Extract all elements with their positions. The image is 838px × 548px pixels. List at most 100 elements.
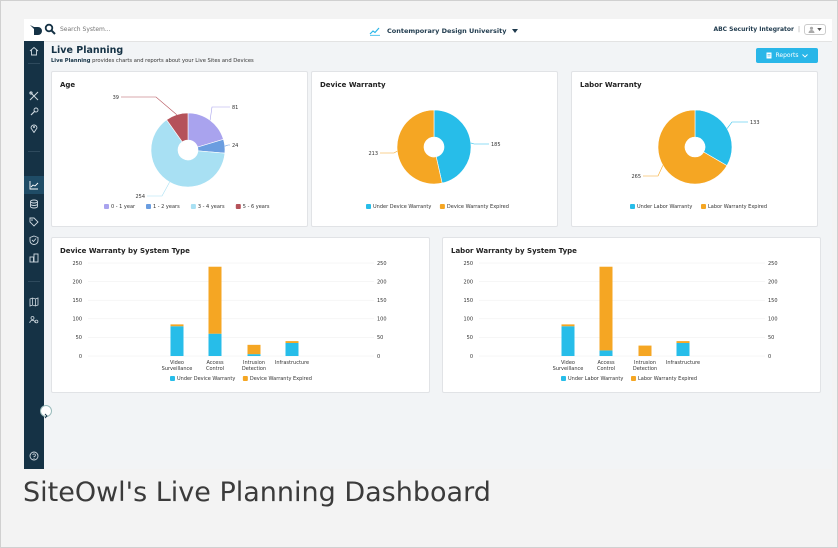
bar-segment <box>599 266 613 351</box>
pie-data-label: 133 <box>750 120 760 126</box>
labor-by-type-chart: 0 050 50100 100150 150200 200250 250VideoSurve… <box>463 261 778 382</box>
sidebar-divider <box>28 281 40 282</box>
database-icon[interactable] <box>29 199 39 209</box>
device-by-type-card: Device Warranty by System Type 0 0 50 50 100… <box>51 237 430 393</box>
legend-label: Under Labor Warranty <box>568 376 623 382</box>
y-tick-label: 150 <box>463 298 473 304</box>
project-selector[interactable]: Contemporary Design University <box>369 25 519 37</box>
legend-label: Under Device Warranty <box>373 204 431 210</box>
labor-warranty-card: Labor Warranty 133 265 Under Labor Warrant… <box>571 71 818 227</box>
legend-swatch <box>366 204 371 209</box>
y2-tick-label: 150 <box>768 298 778 304</box>
page-title: Live Planning <box>51 45 124 56</box>
bar-segment <box>285 341 299 343</box>
account-menu[interactable]: ABC Security Integrator | <box>713 24 826 35</box>
bar-segment <box>247 344 261 355</box>
screenshot-frame: Contemporary Design University ABC Secur… <box>0 0 838 548</box>
pie-label-line <box>380 150 398 154</box>
home-icon[interactable] <box>29 46 39 56</box>
device-warranty-chart: 185 213 Under Device Warranty Device Warran… <box>366 109 509 210</box>
legend-swatch <box>190 204 196 209</box>
tag-icon[interactable] <box>29 217 39 227</box>
pie-data-label: 81 <box>232 105 238 111</box>
legend-label: Device Warranty Expired <box>250 376 312 382</box>
age-card: Age 81 24 254 39 0 - 1 year 1 - 2 years 3 - 4 … <box>51 71 308 227</box>
y-tick-label: 200 <box>72 279 82 285</box>
location-pin-icon[interactable] <box>29 123 39 133</box>
sidebar-divider <box>28 63 40 64</box>
pie-data-label: 213 <box>368 151 378 157</box>
legend-label: 0 - 1 year <box>111 204 136 210</box>
legend-swatch <box>146 204 151 209</box>
y-tick-label: 100 <box>463 317 473 323</box>
legend-swatch <box>242 376 248 381</box>
help-icon[interactable] <box>29 451 39 461</box>
legend-label: 3 - 4 years <box>198 204 225 210</box>
chevron-right-icon <box>44 413 48 419</box>
y-tick-label: 50 <box>467 335 473 341</box>
y-tick-label: 50 <box>76 335 82 341</box>
search-icon[interactable] <box>44 23 56 35</box>
chevron-down-icon <box>801 53 808 58</box>
pie-data-label: 24 <box>232 143 238 149</box>
y-tick-label: 200 <box>463 279 473 285</box>
legend-swatch <box>170 376 175 381</box>
subtitle-text: provides charts and reports about your L… <box>90 58 254 64</box>
legend-label: Labor Warranty Expired <box>708 204 767 210</box>
sidebar-collapse-button[interactable] <box>40 405 52 419</box>
bar-segment <box>638 345 652 356</box>
pie-label-line <box>224 144 230 147</box>
shield-check-icon[interactable] <box>29 235 39 245</box>
wrench-icon[interactable] <box>29 107 39 117</box>
bar-segment <box>208 333 222 356</box>
owl-logo-icon[interactable] <box>28 23 42 37</box>
device-by-type-chart: 0 050 50100 100150 150200 200250 250VideoSurve… <box>72 261 387 382</box>
y2-tick-label: 0 <box>768 354 771 360</box>
sidebar <box>24 41 44 469</box>
legend-label: Device Warranty Expired <box>447 204 509 210</box>
chart-icon[interactable] <box>29 180 39 190</box>
bar-segment <box>676 341 690 343</box>
reports-button[interactable]: Reports <box>756 48 818 63</box>
top-bar: Contemporary Design University ABC Secur… <box>24 19 832 42</box>
pie-data-label: 254 <box>135 194 145 200</box>
account-name: ABC Security Integrator <box>713 26 794 33</box>
document-icon <box>766 52 772 59</box>
age-chart: 81 24 254 39 0 - 1 year 1 - 2 years 3 - 4 year… <box>104 95 270 210</box>
x-tick-label: Infrastructure <box>666 360 700 366</box>
device-warranty-card: Device Warranty 185 213 Under Device Warra… <box>311 71 558 227</box>
pie-data-label: 265 <box>631 174 641 180</box>
pie-label-line <box>147 181 170 197</box>
chevron-down-icon <box>817 28 822 31</box>
y2-tick-label: 100 <box>377 317 387 323</box>
search-input[interactable] <box>60 22 220 37</box>
pie-label-line <box>643 165 664 177</box>
x-tick-label: Control <box>206 366 224 372</box>
y2-tick-label: 200 <box>377 279 387 285</box>
legend-label: Labor Warranty Expired <box>638 376 697 382</box>
y-tick-label: 250 <box>463 261 473 267</box>
labor-by-type-card: Labor Warranty by System Type 0 0 50 50 100 1… <box>442 237 821 393</box>
legend-swatch <box>104 204 109 209</box>
x-tick-label: Detection <box>242 366 266 372</box>
x-tick-label: Surveillance <box>553 366 584 372</box>
chart-line-icon <box>369 27 380 36</box>
map-icon[interactable] <box>29 297 39 307</box>
tools-icon[interactable] <box>29 91 39 101</box>
x-tick-label: Surveillance <box>162 366 193 372</box>
y-tick-label: 150 <box>72 298 82 304</box>
y2-tick-label: 50 <box>377 335 383 341</box>
buildings-icon[interactable] <box>29 253 39 263</box>
user-button[interactable] <box>804 24 826 35</box>
y2-tick-label: 250 <box>377 261 387 267</box>
users-cog-icon[interactable] <box>29 315 39 325</box>
legend-swatch <box>630 204 635 209</box>
y2-tick-label: 150 <box>377 298 387 304</box>
bar-segment <box>561 326 575 356</box>
bar-segment <box>170 324 184 327</box>
bar-segment <box>676 342 690 356</box>
bar-segment <box>599 350 613 356</box>
y2-tick-label: 250 <box>768 261 778 267</box>
bar-segment <box>208 266 222 334</box>
legend-label: Under Labor Warranty <box>637 204 692 210</box>
